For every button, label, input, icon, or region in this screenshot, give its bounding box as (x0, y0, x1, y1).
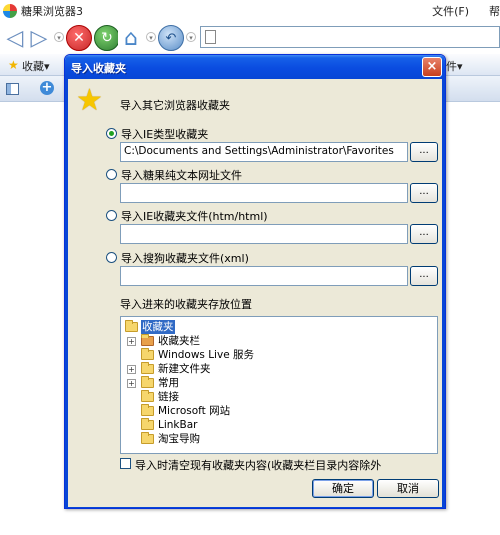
tree-item-linkbar[interactable]: LinkBar (121, 418, 437, 432)
back-arrow-icon[interactable]: ◁ (2, 25, 28, 51)
ie-html-file-path-input[interactable] (120, 224, 408, 244)
folder-icon (141, 432, 154, 444)
tree-item-microsoft[interactable]: Microsoft 网站 (121, 404, 437, 418)
folder-icon (141, 362, 154, 374)
clear-existing-checkbox[interactable] (120, 458, 131, 469)
folder-icon (141, 418, 154, 430)
tree-item-common[interactable]: + 常用 (121, 376, 437, 390)
undo-icon[interactable]: ↶ (158, 25, 184, 51)
location-label: 导入进来的收藏夹存放位置 (120, 298, 252, 311)
import-favorites-dialog: 导入收藏夹 × ★ 导入其它浏览器收藏夹 导入IE类型收藏夹 C:\Docume… (64, 54, 446, 509)
page-icon (205, 30, 216, 44)
forward-dropdown-icon[interactable]: ▾ (54, 32, 64, 42)
menu-help[interactable]: 帮 (489, 3, 500, 19)
dialog-body: ★ 导入其它浏览器收藏夹 导入IE类型收藏夹 C:\Documents and … (65, 79, 445, 508)
stop-icon[interactable]: ✕ (66, 25, 92, 51)
add-icon[interactable]: + (40, 81, 54, 95)
tree-item-new-folder[interactable]: + 新建文件夹 (121, 362, 437, 376)
radio-label-ie-html-file: 导入IE收藏夹文件(htm/html) (121, 210, 268, 223)
app-title: 糖果浏览器3 (21, 5, 83, 18)
home-icon[interactable]: ⌂ (118, 25, 144, 51)
folder-icon (141, 404, 154, 416)
radio-label-candy-text-file: 导入糖果纯文本网址文件 (121, 169, 242, 182)
refresh-icon[interactable]: ↻ (94, 25, 120, 51)
radio-label-ie-favorites: 导入IE类型收藏夹 (121, 128, 209, 141)
tools-menu-button[interactable]: 件▾ (446, 58, 463, 74)
radio-ie-html-file[interactable] (106, 210, 117, 221)
folder-icon (141, 390, 154, 402)
candy-logo-icon (3, 4, 17, 18)
dialog-intro: 导入其它浏览器收藏夹 (120, 99, 230, 112)
expand-icon[interactable]: + (127, 379, 136, 388)
navigation-toolbar: ◁ ▷ ▾ ✕ ↻ ⌂ ▾ ↶ ▾ (0, 22, 500, 54)
dialog-titlebar[interactable]: 导入收藏夹 × (65, 55, 445, 79)
favorites-bar-folder-icon (141, 334, 154, 346)
radio-candy-text-file[interactable] (106, 169, 117, 180)
sidebar-panel-icon[interactable] (6, 83, 19, 95)
tree-item-taobao[interactable]: 淘宝导购 (121, 432, 437, 446)
ok-button[interactable]: 确定 (312, 479, 374, 498)
browse-button-ie-html-file[interactable]: ... (410, 224, 438, 244)
tree-item-favorites-bar[interactable]: + 收藏夹栏 (121, 334, 437, 348)
candy-text-file-path-input[interactable] (120, 183, 408, 203)
browse-button-candy-text-file[interactable]: ... (410, 183, 438, 203)
folder-icon (141, 376, 154, 388)
browse-button-sogou-xml-file[interactable]: ... (410, 266, 438, 286)
address-bar[interactable] (200, 26, 500, 48)
browse-button-ie-favorites[interactable]: ... (410, 142, 438, 162)
menu-bar: 文件(F) 帮 (432, 3, 500, 19)
dialog-title: 导入收藏夹 (71, 62, 126, 75)
folder-icon (125, 320, 138, 332)
ie-favorites-path-input[interactable]: C:\Documents and Settings\Administrator\… (120, 142, 408, 162)
radio-label-sogou-xml-file: 导入搜狗收藏夹文件(xml) (121, 252, 249, 265)
home-dropdown-icon[interactable]: ▾ (146, 32, 156, 42)
favorites-star-icon: ★ (76, 83, 103, 118)
favorites-menu-button[interactable]: 收藏▾ (22, 58, 50, 74)
sogou-xml-file-path-input[interactable] (120, 266, 408, 286)
radio-sogou-xml-file[interactable] (106, 252, 117, 263)
folder-tree[interactable]: 收藏夹 + 收藏夹栏 Windows Live 服务 + 新建文件夹 + 常用 (120, 316, 438, 454)
expand-icon[interactable]: + (127, 365, 136, 374)
close-icon[interactable]: × (422, 57, 442, 77)
clear-existing-label: 导入时清空现有收藏夹内容(收藏夹栏目录内容除外 (135, 459, 382, 472)
tree-item-links[interactable]: 链接 (121, 390, 437, 404)
cancel-button[interactable]: 取消 (377, 479, 439, 498)
browser-titlebar: 糖果浏览器3 文件(F) 帮 (0, 0, 500, 22)
star-icon: ★ (8, 58, 19, 72)
forward-arrow-icon[interactable]: ▷ (26, 25, 52, 51)
tree-item-windows-live[interactable]: Windows Live 服务 (121, 348, 437, 362)
expand-icon[interactable]: + (127, 337, 136, 346)
folder-icon (141, 348, 154, 360)
tree-item-favorites[interactable]: 收藏夹 (121, 320, 437, 334)
radio-ie-favorites[interactable] (106, 128, 117, 139)
undo-dropdown-icon[interactable]: ▾ (186, 32, 196, 42)
menu-file[interactable]: 文件(F) (432, 3, 469, 19)
